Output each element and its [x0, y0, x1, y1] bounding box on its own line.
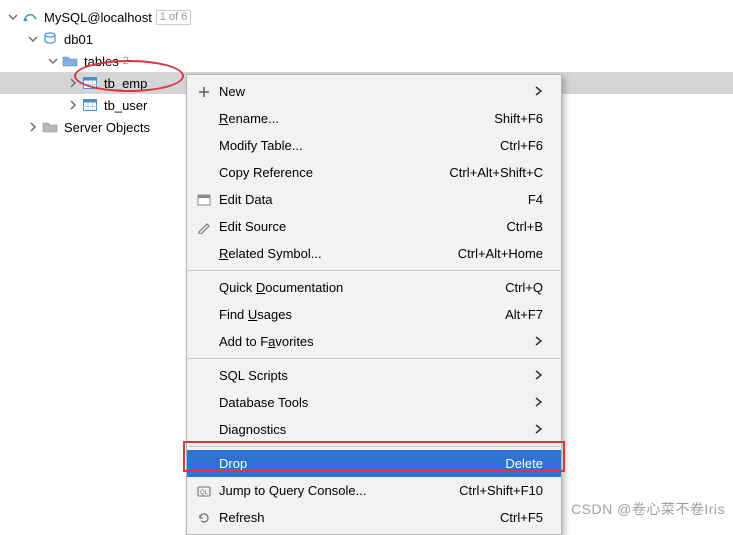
submenu-arrow-icon: [535, 334, 543, 349]
menu-label: Edit Data: [215, 192, 528, 207]
shortcut: Ctrl+Alt+Home: [458, 246, 543, 261]
submenu-arrow-icon: [535, 422, 543, 437]
refresh-icon: [193, 511, 215, 525]
folder-icon: [62, 53, 78, 69]
shortcut: Shift+F6: [494, 111, 543, 126]
pencil-icon: [193, 220, 215, 234]
shortcut: Ctrl+B: [507, 219, 543, 234]
node-label: db01: [62, 32, 93, 47]
chevron-right-icon: [26, 120, 40, 134]
chevron-down-icon: [26, 32, 40, 46]
menu-separator: [188, 358, 560, 359]
node-label: MySQL@localhost: [42, 10, 152, 25]
menu-item-edit-data[interactable]: Edit Data F4: [187, 186, 561, 213]
menu-item-modify-table[interactable]: Modify Table... Ctrl+F6: [187, 132, 561, 159]
menu-item-find-usages[interactable]: Find Usages Alt+F7: [187, 301, 561, 328]
watermark: CSDN @卷心菜不卷Iris: [571, 499, 725, 519]
menu-item-quick-documentation[interactable]: Quick Documentation Ctrl+Q: [187, 274, 561, 301]
node-label: tb_emp: [102, 76, 147, 91]
submenu-arrow-icon: [535, 84, 543, 99]
menu-label: Drop: [215, 456, 505, 471]
menu-label: Add to Favorites: [215, 334, 525, 349]
menu-item-edit-source[interactable]: Edit Source Ctrl+B: [187, 213, 561, 240]
shortcut: Ctrl+F6: [500, 138, 543, 153]
schema-icon: [42, 31, 58, 47]
menu-item-related-symbol[interactable]: Related Symbol... Ctrl+Alt+Home: [187, 240, 561, 267]
menu-label: Edit Source: [215, 219, 507, 234]
tree-node-datasource[interactable]: MySQL@localhost 1 of 6: [0, 6, 733, 28]
tree-node-tables-folder[interactable]: tables 2: [0, 50, 733, 72]
menu-label: SQL Scripts: [215, 368, 525, 383]
datasource-badge: 1 of 6: [156, 10, 192, 25]
menu-separator: [188, 446, 560, 447]
node-label: tables: [82, 54, 119, 69]
menu-item-database-tools[interactable]: Database Tools: [187, 389, 561, 416]
menu-label: Find Usages: [215, 307, 505, 322]
plus-icon: [193, 85, 215, 99]
svg-text:QL: QL: [200, 490, 209, 496]
menu-label: Rename...: [215, 111, 494, 126]
menu-item-rename[interactable]: Rename... Shift+F6: [187, 105, 561, 132]
chevron-down-icon: [6, 10, 20, 24]
menu-separator: [188, 270, 560, 271]
shortcut: Ctrl+Q: [505, 280, 543, 295]
menu-item-diagnostics[interactable]: Diagnostics: [187, 416, 561, 443]
table-icon: [193, 193, 215, 207]
menu-label: Quick Documentation: [215, 280, 505, 295]
menu-label: New: [215, 84, 525, 99]
menu-label: Refresh: [215, 510, 500, 525]
shortcut: Ctrl+Shift+F10: [459, 483, 543, 498]
shortcut: Ctrl+F5: [500, 510, 543, 525]
submenu-arrow-icon: [535, 368, 543, 383]
shortcut: Delete: [505, 456, 543, 471]
table-icon: [82, 75, 98, 91]
shortcut: F4: [528, 192, 543, 207]
mysql-icon: [22, 9, 38, 25]
chevron-right-icon: [66, 98, 80, 112]
menu-item-add-to-favorites[interactable]: Add to Favorites: [187, 328, 561, 355]
menu-label: Database Tools: [215, 395, 525, 410]
submenu-arrow-icon: [535, 395, 543, 410]
menu-item-refresh[interactable]: Refresh Ctrl+F5: [187, 504, 561, 531]
table-icon: [82, 97, 98, 113]
menu-label: Jump to Query Console...: [215, 483, 459, 498]
context-menu[interactable]: New Rename... Shift+F6 Modify Table... C…: [186, 74, 562, 535]
folder-icon: [42, 119, 58, 135]
console-icon: QL: [193, 484, 215, 498]
chevron-down-icon: [46, 54, 60, 68]
menu-item-new[interactable]: New: [187, 78, 561, 105]
tree-node-schema[interactable]: db01: [0, 28, 733, 50]
menu-label: Copy Reference: [215, 165, 449, 180]
menu-label: Related Symbol...: [215, 246, 458, 261]
menu-label: Diagnostics: [215, 422, 525, 437]
shortcut: Ctrl+Alt+Shift+C: [449, 165, 543, 180]
menu-item-copy-reference[interactable]: Copy Reference Ctrl+Alt+Shift+C: [187, 159, 561, 186]
table-count: 2: [123, 55, 129, 67]
menu-item-sql-scripts[interactable]: SQL Scripts: [187, 362, 561, 389]
menu-item-drop[interactable]: Drop Delete: [187, 450, 561, 477]
menu-item-jump-to-query-console[interactable]: QL Jump to Query Console... Ctrl+Shift+F…: [187, 477, 561, 504]
node-label: Server Objects: [62, 120, 150, 135]
node-label: tb_user: [102, 98, 147, 113]
menu-label: Modify Table...: [215, 138, 500, 153]
shortcut: Alt+F7: [505, 307, 543, 322]
chevron-right-icon: [66, 76, 80, 90]
